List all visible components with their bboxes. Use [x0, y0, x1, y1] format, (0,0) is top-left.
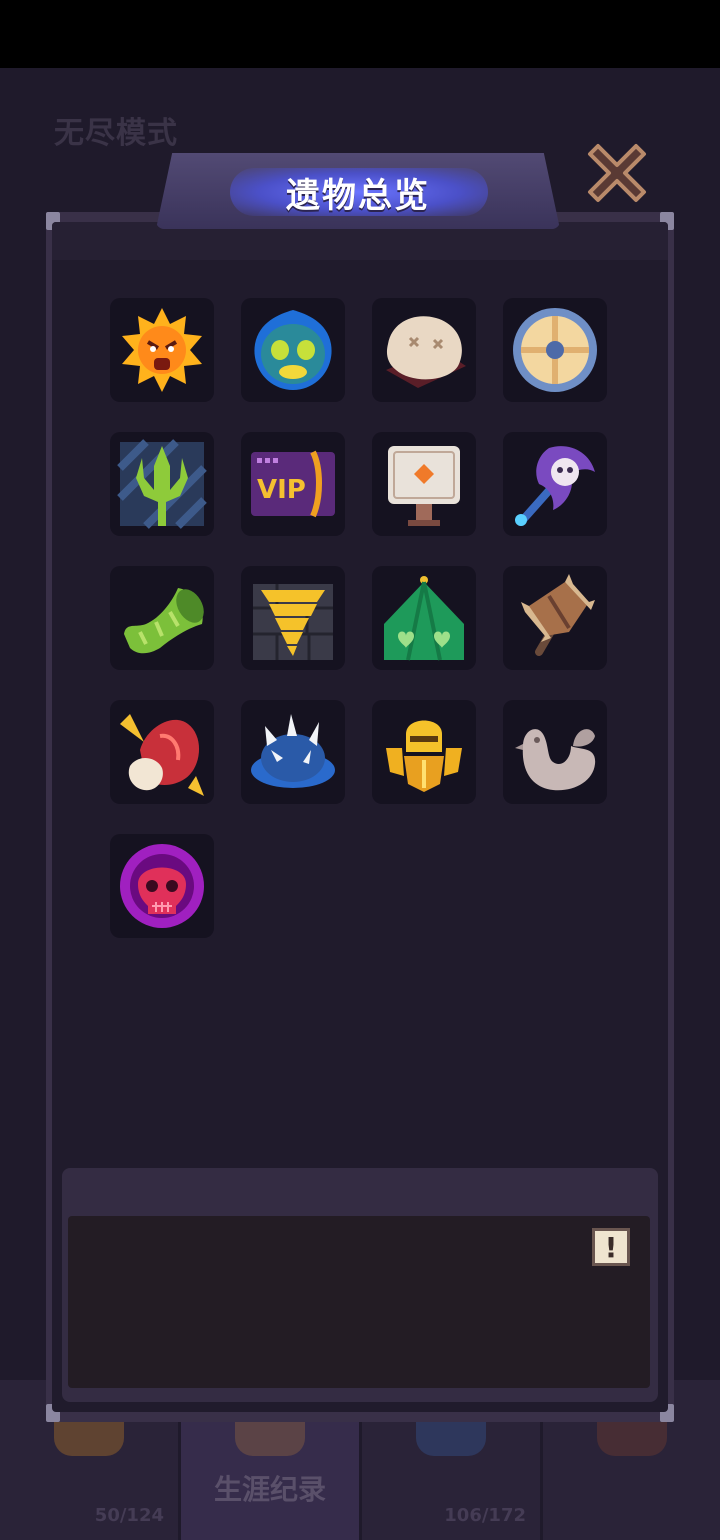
- angry-sun-icon: [122, 308, 202, 392]
- relic-slot[interactable]: [110, 566, 214, 670]
- relic-slot[interactable]: [372, 700, 476, 804]
- pillow-icon: [386, 316, 466, 388]
- round-shield-icon: [513, 308, 597, 392]
- relic-slot[interactable]: [372, 298, 476, 402]
- relic-slot[interactable]: [241, 298, 345, 402]
- relic-slot[interactable]: [503, 432, 607, 536]
- relic-slot[interactable]: [110, 700, 214, 804]
- red-skull-icon: [120, 844, 204, 928]
- relic-slot[interactable]: [110, 432, 214, 536]
- close-x-icon: [588, 144, 646, 202]
- relic-slot[interactable]: [372, 566, 476, 670]
- relic-slot[interactable]: [503, 566, 607, 670]
- green-tent-icon: [384, 576, 464, 661]
- status-bar: [0, 0, 720, 68]
- vip-text: VIP: [257, 475, 306, 505]
- stone-rooster-icon: [515, 729, 596, 791]
- relic-slot[interactable]: [503, 700, 607, 804]
- panel-title: 遗物总览: [286, 176, 430, 216]
- blue-flame-mask-icon: [254, 310, 332, 390]
- relic-slot[interactable]: [241, 700, 345, 804]
- relic-slot[interactable]: [503, 298, 607, 402]
- close-button[interactable]: [580, 136, 654, 210]
- skull-axe-icon: [515, 446, 595, 526]
- spiked-wooden-club-icon: [521, 574, 595, 656]
- tornado-icon: [253, 584, 333, 660]
- meat-chunk-icon: [120, 714, 204, 796]
- description-box: [68, 1216, 650, 1388]
- relic-slot[interactable]: [110, 834, 214, 938]
- green-trident-icon: [117, 439, 207, 529]
- relic-slot[interactable]: [241, 566, 345, 670]
- relic-slot[interactable]: [372, 432, 476, 536]
- tab-3-count: 106/172: [444, 1505, 526, 1526]
- vip-card-icon: VIP: [251, 450, 335, 518]
- background-mode-title: 无尽模式: [54, 116, 178, 151]
- relic-slot[interactable]: VIP: [241, 432, 345, 536]
- stone-signpost-icon: [388, 446, 460, 526]
- green-horn-icon: [124, 588, 204, 654]
- info-exclamation-icon[interactable]: !: [592, 1228, 630, 1266]
- tab-2-label: 生涯纪录: [213, 1473, 326, 1506]
- spiked-blue-shell-icon: [251, 714, 335, 788]
- relic-slot[interactable]: [110, 298, 214, 402]
- tab-1-count: 50/124: [94, 1505, 164, 1526]
- golden-knight-icon: [386, 720, 462, 792]
